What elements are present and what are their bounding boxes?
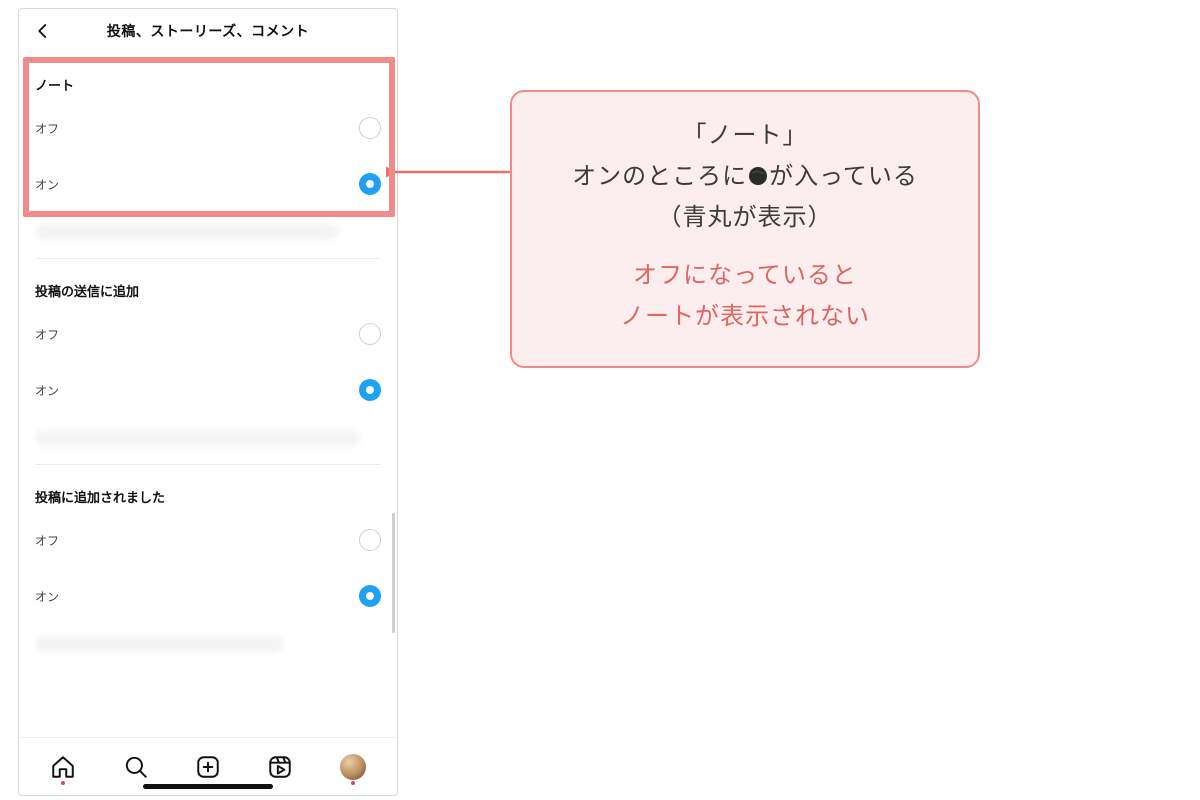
notification-dot-icon bbox=[61, 781, 65, 785]
radio-unchecked-icon bbox=[359, 117, 381, 139]
annotation-arrow-icon bbox=[386, 152, 516, 192]
phone-frame: 投稿、ストーリーズ、コメント ノート オフ オン 投稿の送信に追加 オフ bbox=[18, 8, 398, 796]
section-title: ノート bbox=[35, 53, 381, 100]
radio-checked-icon bbox=[359, 585, 381, 607]
blurred-helper-text bbox=[35, 418, 381, 458]
search-icon bbox=[123, 754, 149, 780]
nav-reels[interactable] bbox=[260, 747, 300, 787]
section-added-to-post: 投稿に追加されました オフ オン bbox=[19, 465, 397, 664]
option-on[interactable]: オン bbox=[35, 568, 381, 624]
avatar bbox=[340, 754, 366, 780]
nav-profile[interactable] bbox=[333, 747, 373, 787]
option-label: オフ bbox=[35, 532, 59, 549]
settings-content: ノート オフ オン 投稿の送信に追加 オフ オン bbox=[19, 53, 397, 737]
section-title: 投稿の送信に追加 bbox=[35, 259, 381, 306]
annotation-callout: 「ノート」 オンのところにが入っている （青丸が表示） オフになっていると ノー… bbox=[510, 90, 980, 368]
radio-checked-icon bbox=[359, 379, 381, 401]
nav-search[interactable] bbox=[116, 747, 156, 787]
chevron-left-icon bbox=[34, 22, 52, 40]
scrollbar-indicator bbox=[392, 513, 395, 633]
notification-dot-icon bbox=[351, 781, 355, 785]
annotation-warn-2: ノートが表示されない bbox=[538, 297, 952, 338]
option-label: オン bbox=[35, 176, 59, 193]
option-off[interactable]: オフ bbox=[35, 100, 381, 156]
option-off[interactable]: オフ bbox=[35, 306, 381, 362]
section-add-to-send: 投稿の送信に追加 オフ オン bbox=[19, 259, 397, 465]
back-button[interactable] bbox=[29, 17, 57, 45]
blurred-helper-text bbox=[35, 212, 381, 252]
option-on[interactable]: オン bbox=[35, 362, 381, 418]
option-label: オフ bbox=[35, 326, 59, 343]
blurred-helper-text bbox=[35, 624, 381, 664]
option-on[interactable]: オン bbox=[35, 156, 381, 212]
nav-home[interactable] bbox=[43, 747, 83, 787]
option-label: オン bbox=[35, 588, 59, 605]
radio-unchecked-icon bbox=[359, 529, 381, 551]
option-label: オン bbox=[35, 382, 59, 399]
page-title: 投稿、ストーリーズ、コメント bbox=[107, 21, 309, 41]
annotation-warn-1: オフになっていると bbox=[538, 256, 952, 297]
reels-icon bbox=[267, 754, 293, 780]
filled-circle-icon bbox=[747, 160, 769, 182]
app-header: 投稿、ストーリーズ、コメント bbox=[19, 9, 397, 53]
annotation-line-1: 「ノート」 bbox=[538, 116, 952, 157]
nav-create[interactable] bbox=[188, 747, 228, 787]
option-off[interactable]: オフ bbox=[35, 512, 381, 568]
radio-unchecked-icon bbox=[359, 323, 381, 345]
annotation-text: が入っている bbox=[769, 164, 918, 190]
section-title: 投稿に追加されました bbox=[35, 465, 381, 512]
annotation-line-3: （青丸が表示） bbox=[538, 198, 952, 239]
option-label: オフ bbox=[35, 120, 59, 137]
section-notes: ノート オフ オン bbox=[19, 53, 397, 259]
home-icon bbox=[50, 754, 76, 780]
radio-checked-icon bbox=[359, 173, 381, 195]
annotation-line-2: オンのところにが入っている bbox=[538, 157, 952, 198]
home-indicator bbox=[143, 784, 273, 789]
create-icon bbox=[195, 754, 221, 780]
annotation-text: オンのところに bbox=[572, 164, 747, 190]
